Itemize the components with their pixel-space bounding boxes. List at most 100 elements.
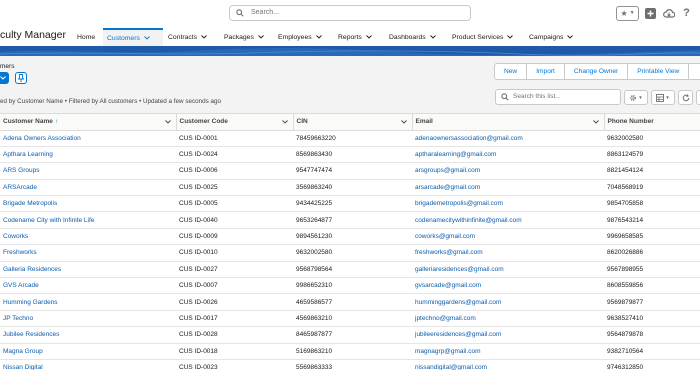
nav-item-packages[interactable]: Packages <box>224 28 264 46</box>
customer-name-link[interactable]: Coworks <box>3 233 28 240</box>
cell-email[interactable]: coworks@gmail.com <box>412 228 604 246</box>
email-link[interactable]: aptharalearning@gmail.com <box>415 151 496 158</box>
customer-name-link[interactable]: Jubilee Residences <box>3 331 59 338</box>
chevron-down-icon[interactable] <box>258 35 264 39</box>
column-header-email[interactable]: Email <box>412 114 605 131</box>
new-button[interactable]: New <box>494 63 528 80</box>
list-settings-button[interactable]: ▼ <box>624 90 648 105</box>
cell-customer-name[interactable]: Apthara Learning <box>0 146 176 164</box>
customer-name-link[interactable]: JP Techno <box>3 315 33 322</box>
customer-name-link[interactable]: ARSArcade <box>3 184 37 191</box>
cell-customer-name[interactable]: Humming Gardens <box>0 293 176 311</box>
customer-name-link[interactable]: Magna Group <box>3 348 43 355</box>
nav-item-customers[interactable]: Customers <box>103 28 163 46</box>
customer-name-link[interactable]: Codename City with Infinite Life <box>3 217 94 224</box>
email-link[interactable]: coworks@gmail.com <box>415 233 475 240</box>
email-link[interactable]: galleriaresidences@gmail.com <box>415 266 504 273</box>
cell-email[interactable]: adenaownersassociation@gmail.com <box>412 130 604 147</box>
chevron-down-icon[interactable] <box>144 36 150 40</box>
edit-list-button[interactable] <box>696 90 700 105</box>
email-link[interactable]: freshworks@gmail.com <box>415 249 483 256</box>
cell-customer-name[interactable]: Jubilee Residences <box>0 326 176 344</box>
nav-item-employees[interactable]: Employees <box>278 28 322 46</box>
customer-name-link[interactable]: Humming Gardens <box>3 299 58 306</box>
nav-item-product-services[interactable]: Product Services <box>452 28 514 46</box>
customer-name-link[interactable]: GVS Arcade <box>3 282 39 289</box>
cell-customer-name[interactable]: Magna Group <box>0 343 176 360</box>
more-actions-button[interactable] <box>688 63 700 80</box>
email-link[interactable]: nissandigital@gmail.com <box>415 364 487 370</box>
table-row[interactable]: Humming Gardens CUS ID-0026 4659586577 humm… <box>0 293 700 311</box>
chevron-down-icon[interactable] <box>315 35 322 39</box>
email-link[interactable]: adenaownersassociation@gmail.com <box>415 135 523 142</box>
email-link[interactable]: brigademetropolis@gmail.com <box>415 200 503 207</box>
chevron-down-icon[interactable] <box>592 120 599 124</box>
table-row[interactable]: Coworks CUS ID-0009 9894561230 coworks@gmai… <box>0 228 700 246</box>
cell-customer-name[interactable]: Adena Owners Association <box>0 130 176 147</box>
add-icon[interactable] <box>644 7 657 20</box>
cell-customer-name[interactable]: Codename City with Infinite Life <box>0 211 176 229</box>
chevron-down-icon[interactable] <box>365 35 372 39</box>
cell-customer-name[interactable]: Galleria Residences <box>0 261 176 279</box>
cell-email[interactable]: brigademetropolis@gmail.com <box>412 195 604 213</box>
table-row[interactable]: Nissan Digital CUS ID-0023 5569863333 nissa… <box>0 359 700 370</box>
chevron-down-icon[interactable] <box>201 35 207 39</box>
cell-email[interactable]: aptharalearning@gmail.com <box>412 146 604 164</box>
email-link[interactable]: arsgroups@gmail.com <box>415 167 480 174</box>
nav-item-dashboards[interactable]: Dashboards <box>389 28 436 46</box>
chevron-down-icon[interactable] <box>400 120 407 124</box>
change-owner-button[interactable]: Change Owner <box>563 63 629 80</box>
list-search-input[interactable]: Search this list... <box>495 89 621 105</box>
cell-email[interactable]: arsarcade@gmail.com <box>412 179 604 197</box>
customer-name-link[interactable]: Apthara Learning <box>3 151 53 158</box>
cell-email[interactable]: codenamecitywithinfinite@gmail.com <box>412 211 604 229</box>
favorites-button[interactable]: ★ ▼ <box>616 5 639 21</box>
table-row[interactable]: Adena Owners Association CUS ID-0001 78459… <box>0 130 700 147</box>
table-row[interactable]: Magna Group CUS ID-0018 5169863210 magnagrp… <box>0 343 700 360</box>
email-link[interactable]: jubileeresidences@gmail.com <box>415 331 501 338</box>
customer-name-link[interactable]: Freshworks <box>3 249 37 256</box>
email-link[interactable]: codenamecitywithinfinite@gmail.com <box>415 217 522 224</box>
printable-view-button[interactable]: Printable View <box>627 63 690 80</box>
email-link[interactable]: humminggardens@gmail.com <box>415 299 501 306</box>
global-search-input[interactable]: Search... <box>229 5 471 21</box>
chevron-down-icon[interactable] <box>281 120 288 124</box>
table-row[interactable]: GVS Arcade CUS ID-0007 9986652310 gvsarcade… <box>0 277 700 295</box>
cell-email[interactable]: nissandigital@gmail.com <box>412 359 604 370</box>
table-row[interactable]: Apthara Learning CUS ID-0024 8569863430 apt… <box>0 146 700 164</box>
cell-customer-name[interactable]: Freshworks <box>0 244 176 262</box>
import-button[interactable]: Import <box>526 63 565 80</box>
setup-cloud-icon[interactable] <box>662 7 675 20</box>
cell-email[interactable]: magnagrp@gmail.com <box>412 343 604 360</box>
help-icon[interactable]: ? <box>680 7 693 20</box>
customer-name-link[interactable]: Adena Owners Association <box>3 135 81 142</box>
cell-customer-name[interactable]: ARSArcade <box>0 179 176 197</box>
cell-email[interactable]: jubileeresidences@gmail.com <box>412 326 604 344</box>
email-link[interactable]: magnagrp@gmail.com <box>415 348 481 355</box>
email-link[interactable]: arsarcade@gmail.com <box>415 184 480 191</box>
cell-email[interactable]: freshworks@gmail.com <box>412 244 604 262</box>
nav-item-campaigns[interactable]: Campaigns <box>529 28 574 46</box>
customer-name-link[interactable]: Nissan Digital <box>3 364 43 370</box>
table-row[interactable]: JP Techno CUS ID-0017 4569863210 jptechno@g… <box>0 310 700 328</box>
cell-customer-name[interactable]: Nissan Digital <box>0 359 176 370</box>
refresh-button[interactable] <box>678 90 693 105</box>
cell-customer-name[interactable]: Brigade Metropolis <box>0 195 176 213</box>
table-row[interactable]: Codename City with Infinite Life CUS ID-0… <box>0 211 700 229</box>
cell-customer-name[interactable]: Coworks <box>0 228 176 246</box>
pin-list-view-button[interactable] <box>15 72 27 84</box>
email-link[interactable]: gvsarcade@gmail.com <box>415 282 481 289</box>
cell-email[interactable]: gvsarcade@gmail.com <box>412 277 604 295</box>
nav-item-reports[interactable]: Reports <box>338 28 372 46</box>
column-header-cin[interactable]: CIN <box>293 114 413 131</box>
column-header-phone-number[interactable]: Phone Number <box>604 114 700 131</box>
email-link[interactable]: jptechno@gmail.com <box>415 315 476 322</box>
list-view-selector-button[interactable] <box>0 72 9 84</box>
nav-item-home[interactable]: Home <box>77 28 95 46</box>
column-header-customer-name[interactable]: Customer Name ↑ <box>0 114 177 131</box>
cell-email[interactable]: galleriaresidences@gmail.com <box>412 261 604 279</box>
chevron-down-icon[interactable] <box>507 35 514 39</box>
table-row[interactable]: Galleria Residences CUS ID-0027 9568798564… <box>0 261 700 279</box>
nav-item-contracts[interactable]: Contracts <box>168 28 207 46</box>
table-row[interactable]: Freshworks CUS ID-0010 9632002580 freshwork… <box>0 244 700 262</box>
